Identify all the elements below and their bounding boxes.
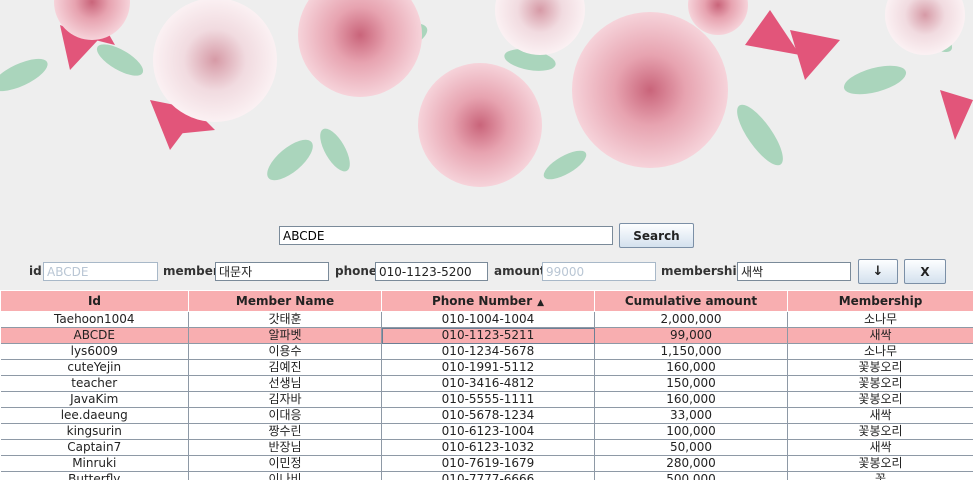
cell-phone-number[interactable]: 010-7777-6666: [381, 471, 595, 480]
membership-label: membership: [661, 264, 746, 278]
column-header-member-name[interactable]: Member Name: [188, 290, 382, 312]
membership-field[interactable]: [737, 262, 851, 281]
cell-id[interactable]: cuteYejin: [0, 359, 189, 376]
cell-cumulative-amount[interactable]: 100,000: [594, 423, 788, 440]
cell-cumulative-amount[interactable]: 280,000: [594, 455, 788, 472]
column-header-cumulative-amount[interactable]: Cumulative amount: [594, 290, 788, 312]
cell-phone-number[interactable]: 010-1234-5678: [381, 343, 595, 360]
cell-cumulative-amount[interactable]: 160,000: [594, 359, 788, 376]
table-row[interactable]: kingsurin 짱수린 010-6123-1004 100,000 꽃봉오리: [0, 423, 973, 440]
cell-member-name[interactable]: 이나비: [188, 471, 382, 480]
cell-phone-number[interactable]: 010-1991-5112: [381, 359, 595, 376]
cell-member-name[interactable]: 갓태훈: [188, 311, 382, 328]
cell-id[interactable]: JavaKim: [0, 391, 189, 408]
cell-membership[interactable]: 꽃: [787, 471, 973, 480]
cell-cumulative-amount[interactable]: 160,000: [594, 391, 788, 408]
cell-member-name[interactable]: 이민정: [188, 455, 382, 472]
phone-field[interactable]: [375, 262, 488, 281]
cell-id[interactable]: Butterfly: [0, 471, 189, 480]
cell-membership[interactable]: 새싹: [787, 439, 973, 456]
phone-label: phone: [335, 264, 378, 278]
cell-id[interactable]: Taehoon1004: [0, 311, 189, 328]
cell-id[interactable]: lee.daeung: [0, 407, 189, 424]
table-header-row: Id Member Name Phone Number ▲ Cumulative …: [0, 290, 973, 312]
cell-member-name[interactable]: 이대응: [188, 407, 382, 424]
cell-member-name[interactable]: 반장님: [188, 439, 382, 456]
cell-phone-number[interactable]: 010-3416-4812: [381, 375, 595, 392]
cell-phone-number[interactable]: 010-5555-1111: [381, 391, 595, 408]
column-header-phone-number[interactable]: Phone Number ▲: [381, 290, 595, 312]
cell-member-name[interactable]: 선생님: [188, 375, 382, 392]
table-row[interactable]: ABCDE 알파벳 010-1123-5211 99,000 새싹: [0, 327, 973, 344]
column-header-label: Cumulative amount: [624, 294, 758, 308]
column-header-membership[interactable]: Membership: [787, 290, 973, 312]
table-row[interactable]: Taehoon1004 갓태훈 010-1004-1004 2,000,000 소나무: [0, 311, 973, 328]
cell-member-name[interactable]: 김자바: [188, 391, 382, 408]
member-field[interactable]: [215, 262, 329, 281]
cell-cumulative-amount[interactable]: 50,000: [594, 439, 788, 456]
table-row[interactable]: Minruki 이민정 010-7619-1679 280,000 꽃봉오리: [0, 455, 973, 472]
cell-membership[interactable]: 소나무: [787, 311, 973, 328]
cell-membership[interactable]: 꽃봉오리: [787, 455, 973, 472]
sort-ascending-icon: ▲: [537, 298, 545, 308]
cell-id[interactable]: ABCDE: [0, 327, 189, 344]
cell-membership[interactable]: 꽃봉오리: [787, 359, 973, 376]
cell-phone-number[interactable]: 010-6123-1004: [381, 423, 595, 440]
cell-member-name[interactable]: 이용수: [188, 343, 382, 360]
cell-membership[interactable]: 꽃봉오리: [787, 375, 973, 392]
cell-id[interactable]: teacher: [0, 375, 189, 392]
column-header-id[interactable]: Id: [0, 290, 189, 312]
cell-membership[interactable]: 소나무: [787, 343, 973, 360]
cell-cumulative-amount[interactable]: 99,000: [594, 327, 788, 344]
table-row[interactable]: lee.daeung 이대응 010-5678-1234 33,000 새싹: [0, 407, 973, 424]
cell-id[interactable]: Minruki: [0, 455, 189, 472]
floral-banner-image: [0, 0, 973, 212]
table-row[interactable]: teacher 선생님 010-3416-4812 150,000 꽃봉오리: [0, 375, 973, 392]
table-row[interactable]: lys6009 이용수 010-1234-5678 1,150,000 소나무: [0, 343, 973, 360]
clear-button[interactable]: X: [904, 259, 946, 284]
cell-cumulative-amount[interactable]: 2,000,000: [594, 311, 788, 328]
cell-member-name[interactable]: 김예진: [188, 359, 382, 376]
id-label: id: [29, 264, 42, 278]
amount-label: amount: [494, 264, 546, 278]
cell-member-name[interactable]: 알파벳: [188, 327, 382, 344]
cell-cumulative-amount[interactable]: 1,150,000: [594, 343, 788, 360]
member-table: Id Member Name Phone Number ▲ Cumulative …: [0, 290, 973, 480]
cell-membership[interactable]: 새싹: [787, 327, 973, 344]
cell-phone-number[interactable]: 010-6123-1032: [381, 439, 595, 456]
cell-membership[interactable]: 꽃봉오리: [787, 423, 973, 440]
cell-member-name[interactable]: 짱수린: [188, 423, 382, 440]
cell-membership[interactable]: 꽃봉오리: [787, 391, 973, 408]
table-row[interactable]: JavaKim 김자바 010-5555-1111 160,000 꽃봉오리: [0, 391, 973, 408]
cell-cumulative-amount[interactable]: 33,000: [594, 407, 788, 424]
id-field[interactable]: [43, 262, 158, 281]
cell-phone-number[interactable]: 010-7619-1679: [381, 455, 595, 472]
cell-membership[interactable]: 새싹: [787, 407, 973, 424]
cell-id[interactable]: Captain7: [0, 439, 189, 456]
amount-field[interactable]: [542, 262, 656, 281]
table-row[interactable]: Butterfly 이나비 010-7777-6666 500,000 꽃: [0, 471, 973, 480]
cell-cumulative-amount[interactable]: 150,000: [594, 375, 788, 392]
cell-id[interactable]: kingsurin: [0, 423, 189, 440]
column-header-label: Membership: [838, 294, 923, 308]
cell-cumulative-amount[interactable]: 500,000: [594, 471, 788, 480]
column-header-label: Id: [87, 294, 102, 308]
cell-phone-number[interactable]: 010-1004-1004: [381, 311, 595, 328]
cell-phone-number[interactable]: 010-5678-1234: [381, 407, 595, 424]
cell-id[interactable]: lys6009: [0, 343, 189, 360]
search-button[interactable]: Search: [619, 223, 694, 248]
table-row[interactable]: Captain7 반장님 010-6123-1032 50,000 새싹: [0, 439, 973, 456]
search-input[interactable]: [279, 226, 613, 245]
column-header-label: Member Name: [235, 294, 335, 308]
cell-phone-number[interactable]: 010-1123-5211: [381, 327, 595, 344]
column-header-label: Phone Number: [431, 294, 533, 308]
member-label: member: [163, 264, 219, 278]
down-arrow-button[interactable]: ↓: [858, 259, 898, 284]
table-row[interactable]: cuteYejin 김예진 010-1991-5112 160,000 꽃봉오리: [0, 359, 973, 376]
